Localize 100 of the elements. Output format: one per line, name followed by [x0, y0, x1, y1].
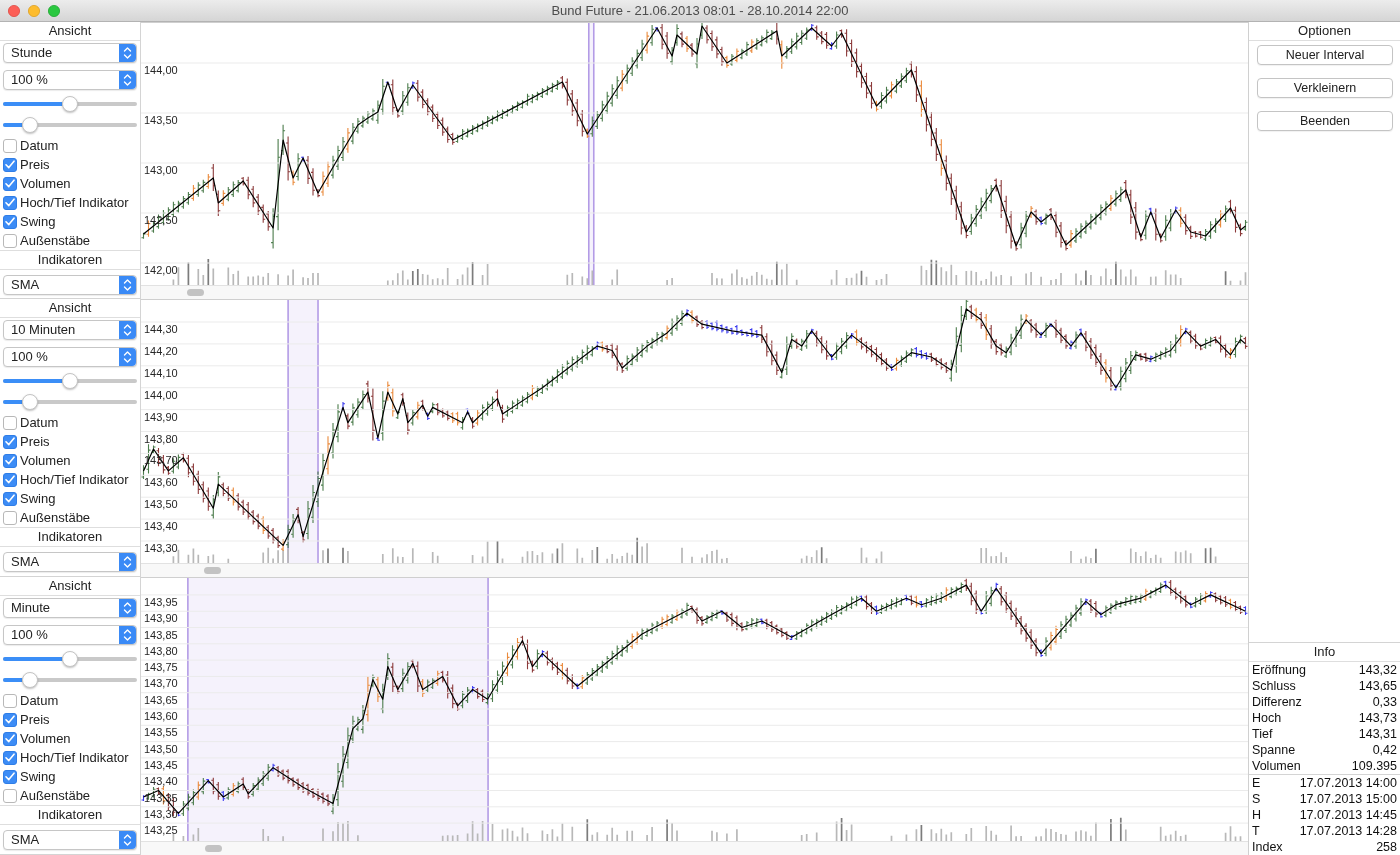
slider-thumb[interactable] [21, 672, 38, 688]
slider-thumb[interactable] [61, 373, 78, 389]
info-value: 17.07.2013 14:45 [1299, 806, 1397, 824]
action-button[interactable]: Verkleinern [1257, 78, 1393, 98]
checkbox-label: Außenstäbe [20, 786, 91, 805]
checkbox-label: Datum [20, 136, 59, 155]
axis-label: 143,50 [144, 498, 178, 511]
checkbox[interactable] [3, 233, 17, 248]
checkbox[interactable] [3, 157, 17, 172]
info-value: 143,73 [1358, 709, 1397, 727]
checkbox[interactable] [3, 415, 17, 430]
axis-label: 143,80 [144, 432, 178, 445]
slider-thumb[interactable] [61, 651, 78, 667]
scrollbar-thumb[interactable] [187, 289, 204, 296]
info-label: S [1252, 790, 1261, 808]
checkbox[interactable] [3, 769, 17, 784]
checkbox-label: Datum [20, 691, 59, 710]
checkbox[interactable] [3, 693, 17, 708]
info-label: Schluss [1252, 677, 1296, 695]
checkbox[interactable] [3, 176, 17, 191]
axis-label: 143,50 [144, 114, 178, 126]
checkbox[interactable] [3, 434, 17, 449]
checkbox[interactable] [3, 195, 17, 210]
info-label: Tief [1252, 725, 1273, 743]
scrollbar-thumb[interactable] [204, 567, 221, 574]
dropdown[interactable]: Minute [3, 598, 137, 618]
slider-thumb[interactable] [21, 117, 38, 133]
info-value: 17.07.2013 14:00 [1299, 774, 1397, 792]
tick-icon [5, 198, 15, 207]
tick-icon [5, 437, 15, 446]
slider-track[interactable] [3, 651, 137, 667]
stepper-icon [119, 553, 136, 571]
dropdown[interactable]: 100 % [3, 70, 137, 90]
maximize-icon[interactable] [48, 4, 60, 17]
dropdown[interactable]: 100 % [3, 625, 137, 645]
info-label: Spanne [1252, 741, 1296, 759]
section-header: Indikatoren [0, 805, 140, 825]
slider-track[interactable] [3, 117, 137, 133]
checkbox-label: Hoch/Tief Indikator [20, 470, 129, 489]
close-icon[interactable] [8, 4, 20, 17]
axis-label: 144,00 [144, 388, 178, 401]
info-label: Volumen [1252, 757, 1301, 775]
checkbox-label: Datum [20, 413, 59, 432]
checkbox[interactable] [3, 750, 17, 765]
checkbox-label: Hoch/Tief Indikator [20, 748, 129, 767]
info-value: 17.07.2013 15:00 [1299, 790, 1397, 808]
slider-track[interactable] [3, 672, 137, 688]
axis-label: 144,10 [144, 366, 178, 379]
info-value: 0,33 [1372, 693, 1397, 711]
section-header: Ansicht [0, 22, 140, 41]
stepper-icon [119, 599, 136, 617]
info-value: 143,32 [1358, 661, 1397, 679]
dropdown[interactable]: 10 Minuten [3, 320, 137, 340]
stepper-icon [119, 348, 136, 366]
checkbox-label: Volumen [20, 451, 71, 470]
stepper-icon [119, 831, 136, 849]
action-button[interactable]: Neuer Interval [1257, 45, 1393, 65]
checkbox[interactable] [3, 214, 17, 229]
window-title: Bund Future - 21.06.2013 08:01 - 28.10.2014 22:00 [551, 1, 849, 20]
stepper-icon [119, 276, 136, 294]
dropdown[interactable]: Stunde [3, 43, 137, 63]
minimize-icon[interactable] [28, 4, 40, 17]
slider-track[interactable] [3, 96, 137, 112]
scrollbar-thumb[interactable] [205, 845, 222, 852]
checkbox[interactable] [3, 712, 17, 727]
axis-label: 143,30 [144, 542, 178, 554]
stepper-icon [119, 321, 136, 339]
axis-label: 143,60 [144, 476, 178, 489]
checkbox[interactable] [3, 731, 17, 746]
info-label: Differenz [1252, 693, 1302, 711]
slider-track[interactable] [3, 373, 137, 389]
action-button[interactable]: Beenden [1257, 111, 1393, 131]
slider-track[interactable] [3, 394, 137, 410]
stepper-icon [119, 626, 136, 644]
axis-label: 144,30 [144, 323, 178, 335]
checkbox[interactable] [3, 138, 17, 153]
dropdown[interactable]: SMA [3, 275, 137, 295]
dropdown[interactable]: SMA [3, 830, 137, 850]
info-value: 109.395 [1351, 757, 1397, 775]
checkbox[interactable] [3, 491, 17, 506]
checkbox[interactable] [3, 788, 17, 803]
slider-thumb[interactable] [61, 96, 78, 112]
dropdown[interactable]: SMA [3, 552, 137, 572]
section-header: Optionen [1249, 22, 1400, 41]
stepper-icon [119, 71, 136, 89]
dropdown[interactable]: 100 % [3, 347, 137, 367]
info-value: 258 [1376, 838, 1397, 855]
checkbox[interactable] [3, 472, 17, 487]
info-label: Hoch [1252, 709, 1282, 727]
slider-thumb[interactable] [21, 394, 38, 410]
info-value: 0,42 [1372, 741, 1397, 759]
checkbox-label: Außenstäbe [20, 231, 91, 250]
info-label: H [1252, 806, 1262, 824]
tick-icon [5, 475, 15, 484]
section-header: Indikatoren [0, 250, 140, 270]
checkbox[interactable] [3, 510, 17, 525]
info-label: T [1252, 822, 1260, 840]
checkbox[interactable] [3, 453, 17, 468]
axis-label: 143,90 [144, 410, 178, 423]
checkbox-label: Preis [20, 710, 50, 729]
